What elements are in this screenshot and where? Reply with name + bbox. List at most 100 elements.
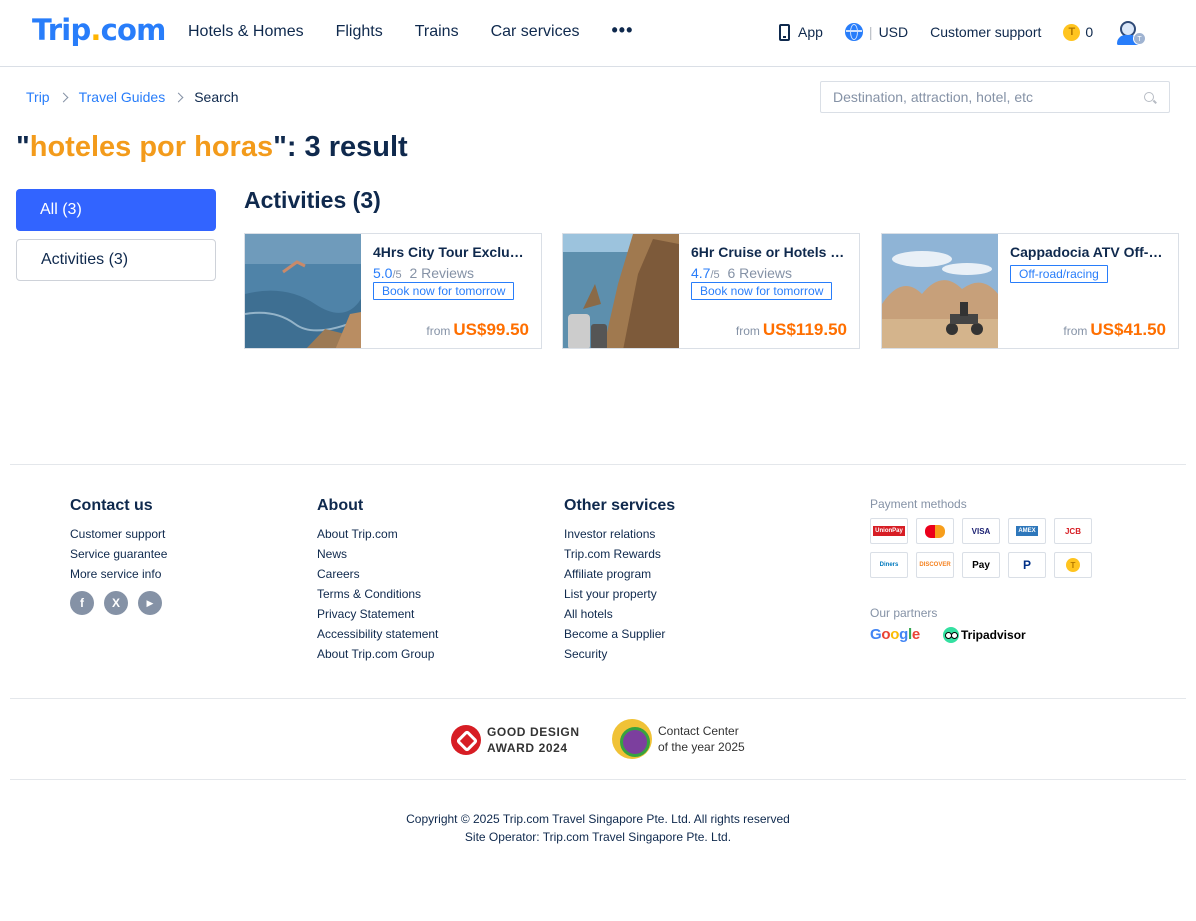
footer-about: About About Trip.com News Careers Terms … <box>317 497 438 667</box>
footer-heading: Contact us <box>70 497 153 514</box>
trip-coins[interactable]: T 0 <box>1063 23 1094 41</box>
google-logo: Google <box>870 626 920 643</box>
footer-link[interactable]: Become a Supplier <box>564 627 675 647</box>
apple-pay-icon: Pay <box>962 552 1000 578</box>
x-icon[interactable]: X <box>104 591 128 615</box>
award-line: GOOD DESIGN <box>487 725 580 739</box>
breadcrumb-trip[interactable]: Trip <box>26 89 50 105</box>
tripadvisor-owl-icon <box>943 627 959 643</box>
footer-link[interactable]: Service guarantee <box>70 547 172 567</box>
globe-icon <box>844 23 863 41</box>
footer-link[interactable]: Terms & Conditions <box>317 587 438 607</box>
avatar[interactable]: T <box>1117 21 1146 47</box>
copyright: Copyright © 2025 Trip.com Travel Singapo… <box>406 812 790 826</box>
price-value: US$99.50 <box>453 320 529 339</box>
price-from: from <box>426 324 451 338</box>
facebook-icon[interactable]: f <box>70 591 94 615</box>
footer-link[interactable]: About Trip.com Group <box>317 647 438 667</box>
price-value: US$41.50 <box>1090 320 1166 339</box>
footer-divider <box>10 779 1186 780</box>
breadcrumb-current: Search <box>194 89 239 105</box>
rating-outof: /5 <box>710 269 720 281</box>
more-icon[interactable]: ••• <box>611 20 633 41</box>
footer-link[interactable]: Security <box>564 647 675 667</box>
activity-price: from US$99.50 <box>426 320 529 340</box>
customer-support-link[interactable]: Customer support <box>930 24 1041 40</box>
activity-name: 4Hrs City Tour Exclusive to Cliff Divers… <box>373 244 529 260</box>
footer-link[interactable]: All hotels <box>564 607 675 627</box>
footer-link[interactable]: Careers <box>317 567 438 587</box>
nav-flights[interactable]: Flights <box>336 23 383 41</box>
youtube-icon[interactable]: ▶ <box>138 591 162 615</box>
footer-link[interactable]: Accessibility statement <box>317 627 438 647</box>
award-line: Contact Center <box>658 724 739 738</box>
search-keyword: hoteles por horas <box>29 131 274 163</box>
app-label: App <box>798 24 823 40</box>
quote-open: " <box>16 131 30 163</box>
trip-logo[interactable]: Trip.com <box>32 13 166 47</box>
search-icon[interactable] <box>1144 92 1154 102</box>
filter-all[interactable]: All (3) <box>16 189 216 231</box>
site-header: Trip.com Hotels & Homes Flights Trains C… <box>0 0 1196 67</box>
award-line: AWARD 2024 <box>487 741 568 755</box>
footer-link[interactable]: News <box>317 547 438 567</box>
amex-icon: AMEX <box>1008 518 1046 544</box>
footer-link[interactable]: Privacy Statement <box>317 607 438 627</box>
review-count: 2 Reviews <box>409 265 475 281</box>
activity-image <box>563 234 679 348</box>
activity-image <box>882 234 998 348</box>
footer-link[interactable]: Affiliate program <box>564 567 675 587</box>
activity-info: 6Hr Cruise or Hotels Tour & Cliff Divers… <box>691 244 851 300</box>
nav-car-services[interactable]: Car services <box>491 23 580 41</box>
main-nav: Hotels & Homes Flights Trains Car servic… <box>188 20 665 41</box>
header-right: App | USD Customer support T 0 <box>779 23 1115 41</box>
footer-contact: Contact us Customer support Service guar… <box>70 497 172 615</box>
good-design-icon <box>451 725 481 755</box>
coin-count: 0 <box>1085 24 1094 40</box>
page-title: "hoteles por horas": 3 result <box>16 131 408 164</box>
nav-hotels-homes[interactable]: Hotels & Homes <box>188 23 304 41</box>
activity-card[interactable]: 4Hrs City Tour Exclusive to Cliff Divers… <box>244 233 542 349</box>
footer-heading: About <box>317 497 364 514</box>
category-tag: Off-road/racing <box>1010 265 1108 283</box>
footer-link[interactable]: Customer support <box>70 527 172 547</box>
activity-price: from US$119.50 <box>736 320 847 340</box>
footer-other-services: Other services Investor relations Trip.c… <box>564 497 675 667</box>
search-input[interactable] <box>821 82 1121 112</box>
activity-card[interactable]: Cappadocia ATV Off-Road Tour Off-road/ra… <box>881 233 1179 349</box>
logo-dot: . <box>90 13 101 47</box>
result-count: ": 3 result <box>273 131 408 163</box>
payment-methods-label: Payment methods <box>870 497 967 511</box>
activity-price: from US$41.50 <box>1063 320 1166 340</box>
filter-activities[interactable]: Activities (3) <box>16 239 216 281</box>
breadcrumb: Trip Travel Guides Search <box>26 89 239 105</box>
footer-link[interactable]: Investor relations <box>564 527 675 547</box>
diners-icon: Diners <box>870 552 908 578</box>
avatar-badge: T <box>1133 32 1146 45</box>
award-line: of the year 2025 <box>658 740 745 754</box>
currency-selector[interactable]: | USD <box>844 23 908 41</box>
discover-icon: DISCOVER <box>916 552 954 578</box>
footer-link[interactable]: About Trip.com <box>317 527 438 547</box>
footer-heading: Other services <box>564 497 676 514</box>
tripadvisor-label: Tripadvisor <box>961 628 1026 642</box>
activity-card[interactable]: 6Hr Cruise or Hotels Tour & Cliff Divers… <box>562 233 860 349</box>
mastercard-icon <box>916 518 954 544</box>
section-title: Activities (3) <box>244 187 381 213</box>
activity-name: Cappadocia ATV Off-Road Tour <box>1010 244 1166 260</box>
contact-center-badge-icon <box>612 719 652 759</box>
breadcrumb-travel-guides[interactable]: Travel Guides <box>79 89 166 105</box>
good-design-award: GOOD DESIGN AWARD 2024 <box>451 724 580 756</box>
activity-info: 4Hrs City Tour Exclusive to Cliff Divers… <box>373 244 533 300</box>
rating-outof: /5 <box>392 269 402 281</box>
footer-link[interactable]: Trip.com Rewards <box>564 547 675 567</box>
footer-link[interactable]: More service info <box>70 567 172 587</box>
chevron-right-icon <box>173 92 184 102</box>
search-box <box>820 81 1170 113</box>
app-link[interactable]: App <box>779 23 823 41</box>
footer-link[interactable]: List your property <box>564 587 675 607</box>
paypal-icon: P <box>1008 552 1046 578</box>
visa-icon: VISA <box>962 518 1000 544</box>
phone-icon <box>779 23 790 41</box>
nav-trains[interactable]: Trains <box>415 23 459 41</box>
